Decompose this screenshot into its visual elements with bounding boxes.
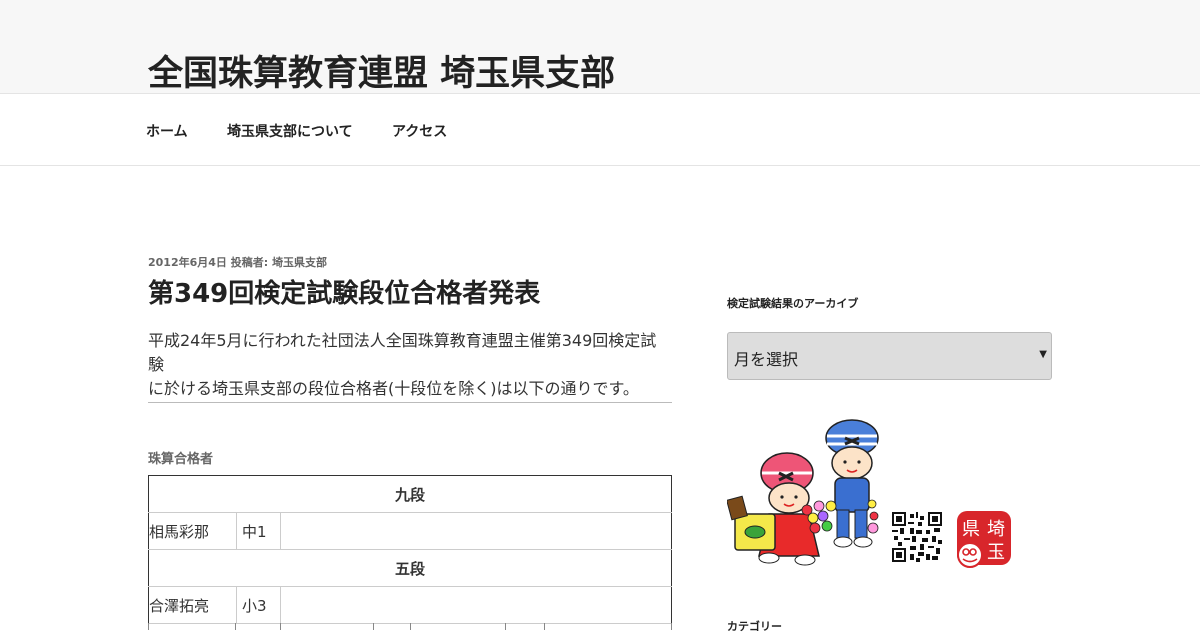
table-row-partial [148, 623, 672, 630]
table-row: 合澤拓亮 小3 [148, 586, 672, 624]
archive-widget-title: 検定試験結果のアーカイブ [727, 297, 859, 310]
nav-item-home[interactable]: ホーム [146, 121, 188, 141]
nav-item-access[interactable]: アクセス [392, 121, 447, 141]
svg-text:埼: 埼 [987, 519, 1005, 540]
mascot-illustration [727, 419, 879, 566]
nav-item-about[interactable]: 埼玉県支部について [227, 121, 353, 141]
post-body: 平成24年5月に行われた社団法人全国珠算教育連盟主催第349回検定試験 に於ける… [148, 329, 672, 401]
post-body-line: に於ける埼玉県支部の段位合格者(十段位を除く)は以下の通りです。 [148, 379, 639, 398]
empty-cell [280, 512, 672, 550]
saitama-seal-logo: 県 埼 玉 [957, 511, 1011, 568]
svg-text:玉: 玉 [987, 542, 1005, 563]
table-row: 相馬彩那 中1 [148, 512, 672, 550]
category-widget-title: カテゴリー [727, 620, 782, 633]
divider [148, 402, 672, 403]
archive-month-select[interactable]: 月を選択 ▼ [727, 332, 1052, 380]
section-heading: 珠算合格者 [148, 452, 214, 467]
grade-cell: 九段 [148, 475, 672, 513]
grade-cell: 五段 [148, 549, 672, 587]
school-cell: 中1 [236, 512, 281, 550]
main-navigation: ホーム 埼玉県支部について アクセス [0, 93, 1200, 166]
qr-code[interactable] [892, 512, 942, 562]
post-body-line: 平成24年5月に行われた社団法人全国珠算教育連盟主催第349回検定試験 [148, 331, 657, 374]
results-table: 九段 相馬彩那 中1 五段 合澤拓亮 小3 [148, 475, 672, 624]
post-meta[interactable]: 2012年6月4日 投稿者: 埼玉県支部 [148, 254, 327, 270]
select-value: 月を選択 [734, 350, 799, 369]
site-title[interactable]: 全国珠算教育連盟 埼玉県支部 [148, 45, 615, 96]
svg-text:県: 県 [962, 519, 980, 540]
name-cell: 相馬彩那 [148, 512, 237, 550]
post-title[interactable]: 第349回検定試験段位合格者発表 [148, 273, 540, 310]
school-cell: 小3 [236, 586, 281, 624]
table-row: 五段 [148, 549, 672, 587]
name-cell: 合澤拓亮 [148, 586, 237, 624]
table-row: 九段 [148, 475, 672, 513]
chevron-down-icon: ▼ [1039, 349, 1047, 360]
empty-cell [280, 586, 672, 624]
